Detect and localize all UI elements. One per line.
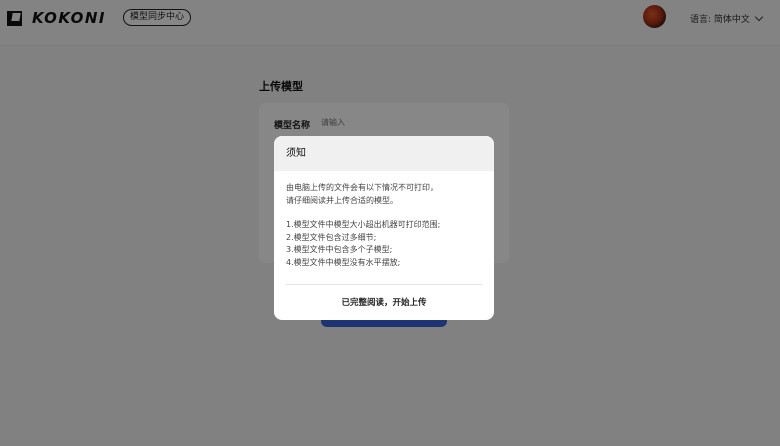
confirm-read-upload-button[interactable]: 已完整阅读，开始上传 [274, 291, 494, 313]
notice-modal: 须知 由电脑上传的文件会有以下情况不可打印， 请仔细阅读并上传合适的模型。 1.… [274, 136, 494, 320]
modal-title: 须知 [274, 136, 494, 171]
modal-divider [286, 284, 482, 285]
rule-item: 4.模型文件中模型没有水平摆放; [286, 257, 401, 267]
rule-item: 1.模型文件中模型大小超出机器可打印范围; [286, 220, 441, 229]
intro-line: 请仔细阅读并上传合适的模型。 [286, 195, 398, 205]
rule-item: 3.模型文件中包含多个子模型; [286, 245, 393, 254]
rule-item: 2.模型文件包含过多细节; [286, 232, 377, 242]
intro-line: 由电脑上传的文件会有以下情况不可打印， [286, 183, 438, 192]
modal-body: 由电脑上传的文件会有以下情况不可打印， 请仔细阅读并上传合适的模型。 1.模型文… [274, 171, 494, 269]
